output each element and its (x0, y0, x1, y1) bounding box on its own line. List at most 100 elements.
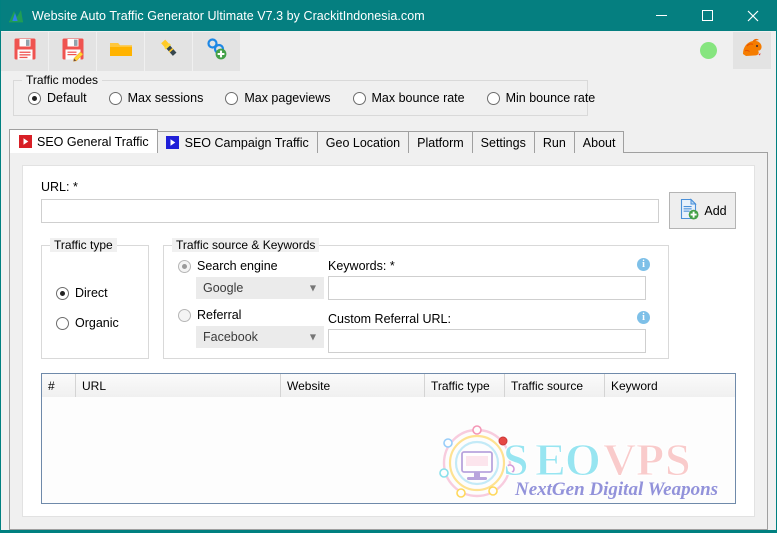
radio-icon (486, 91, 500, 105)
window-controls (638, 0, 776, 31)
svg-text:E: E (535, 434, 566, 485)
traffic-mode-min-bounce-rate[interactable]: Min bounce rate (486, 91, 596, 105)
window-title: Website Auto Traffic Generator Ultimate … (32, 8, 425, 23)
save-as-icon (60, 36, 86, 67)
save-as-button[interactable] (49, 31, 96, 71)
traffic-type-direct[interactable]: Direct (56, 286, 126, 300)
radio-icon (28, 91, 41, 105)
radio-icon (225, 91, 239, 105)
traffic-mode-max-pageviews[interactable]: Max pageviews (225, 91, 331, 105)
flashlight-icon (156, 36, 182, 67)
radio-icon (352, 91, 366, 105)
traffic-source-label: Referral (197, 308, 242, 322)
tab-run[interactable]: Run (533, 131, 575, 153)
traffic-modes-title: Traffic modes (22, 73, 103, 87)
traffic-mode-label: Default (47, 91, 87, 105)
table-column-traffic-type[interactable]: Traffic type (425, 374, 505, 397)
table-column-traffic-source[interactable]: Traffic source (505, 374, 605, 397)
tab-label: Settings (480, 135, 526, 150)
save-icon (12, 36, 38, 67)
title-bar: Website Auto Traffic Generator Ultimate … (1, 0, 776, 31)
svg-text:O: O (565, 434, 601, 485)
svg-text:S: S (503, 434, 529, 485)
traffic-type-title: Traffic type (50, 238, 117, 252)
traffic-source-search-engine[interactable]: Search engine (178, 259, 306, 273)
open-folder-button[interactable] (97, 31, 144, 71)
play-icon (166, 136, 180, 150)
traffic-source-title: Traffic source & Keywords (172, 238, 320, 252)
dragon-icon (739, 35, 765, 66)
bar-chart-icon (8, 8, 24, 24)
custom-referral-field-block: Custom Referral URL: i (328, 311, 650, 353)
traffic-mode-label: Max sessions (127, 91, 204, 105)
table-column-index[interactable]: # (42, 374, 76, 397)
tab-settings[interactable]: Settings (471, 131, 535, 153)
traffic-source-referral[interactable]: Referral (178, 308, 306, 322)
maximize-button[interactable] (684, 0, 730, 31)
general-traffic-card: URL: * Add Traffic type Direct Organic T… (22, 165, 755, 517)
add-button-label: Add (704, 203, 727, 218)
dragon-button[interactable] (733, 32, 771, 69)
traffic-mode-max-bounce-rate[interactable]: Max bounce rate (352, 91, 465, 105)
traffic-modes-group: Traffic modes Default Max sessions Max p… (13, 73, 595, 116)
info-icon[interactable]: i (637, 311, 650, 324)
svg-text:S: S (665, 434, 691, 485)
close-button[interactable] (730, 0, 776, 31)
traffic-source-group: Traffic source & Keywords Search engine … (163, 238, 669, 359)
flashlight-button[interactable] (145, 31, 192, 71)
tab-panel-seo-general-traffic: URL: * Add Traffic type Direct Organic T… (9, 152, 768, 530)
keywords-label: Keywords: * (328, 259, 395, 273)
minimize-button[interactable] (638, 0, 684, 31)
traffic-mode-label: Min bounce rate (505, 91, 596, 105)
radio-icon (178, 308, 191, 322)
custom-referral-input[interactable] (328, 329, 646, 353)
traffic-mode-default[interactable]: Default (28, 91, 87, 105)
table-column-url[interactable]: URL (76, 374, 281, 397)
table-header-row: # URL Website Traffic type Traffic sourc… (42, 374, 735, 397)
chevron-down-icon: ▼ (309, 332, 316, 342)
tab-geo-location[interactable]: Geo Location (316, 131, 410, 153)
tab-about[interactable]: About (573, 131, 625, 153)
search-engine-select[interactable]: Google ▼ (196, 277, 324, 299)
keywords-input[interactable] (328, 276, 646, 300)
tab-platform[interactable]: Platform (408, 131, 473, 153)
tab-seo-campaign-traffic[interactable]: SEO Campaign Traffic (156, 131, 318, 153)
traffic-table[interactable]: # URL Website Traffic type Traffic sourc… (41, 373, 736, 504)
tab-label: SEO General Traffic (37, 134, 149, 149)
traffic-mode-label: Max pageviews (244, 91, 331, 105)
tab-label: Geo Location (325, 135, 401, 150)
svg-text:P: P (636, 434, 664, 485)
referral-select[interactable]: Facebook ▼ (196, 326, 324, 348)
tab-strip: SEO General Traffic SEO Campaign Traffic… (9, 129, 776, 153)
svg-text:NextGen Digital Weapons: NextGen Digital Weapons (514, 479, 718, 500)
traffic-type-label: Direct (75, 286, 108, 300)
traffic-type-organic[interactable]: Organic (56, 316, 126, 330)
traffic-source-body: Search engine Google ▼ Referral Facebook… (164, 246, 668, 353)
radio-icon (56, 286, 69, 300)
save-button[interactable] (1, 31, 48, 71)
tab-seo-general-traffic[interactable]: SEO General Traffic (9, 129, 158, 153)
keywords-field-block: Keywords: * i (328, 258, 650, 300)
open-folder-icon (108, 36, 134, 67)
info-icon[interactable]: i (637, 258, 650, 271)
add-button[interactable]: Add (669, 192, 736, 229)
traffic-mode-label: Max bounce rate (371, 91, 465, 105)
tab-label: SEO Campaign Traffic (184, 135, 309, 150)
traffic-mode-max-sessions[interactable]: Max sessions (108, 91, 204, 105)
table-column-website[interactable]: Website (281, 374, 425, 397)
table-column-keyword[interactable]: Keyword (605, 374, 735, 397)
tab-label: Platform (417, 135, 464, 150)
add-link-button[interactable] (193, 31, 240, 71)
chevron-down-icon: ▼ (309, 283, 316, 293)
search-engine-value: Google (203, 281, 244, 295)
url-input-wrap (41, 199, 659, 223)
table-body[interactable]: S E O V P S NextGen Digital Weapons (42, 397, 735, 503)
tab-label: About (582, 135, 616, 150)
url-row: Add (41, 192, 736, 229)
toolbar-right (700, 31, 776, 70)
traffic-type-group: Traffic type Direct Organic (41, 238, 149, 359)
url-input[interactable] (41, 199, 659, 223)
traffic-source-options: Search engine Google ▼ Referral Facebook… (178, 259, 328, 353)
tab-label: Run (542, 135, 566, 150)
url-label: URL: * (41, 180, 78, 194)
